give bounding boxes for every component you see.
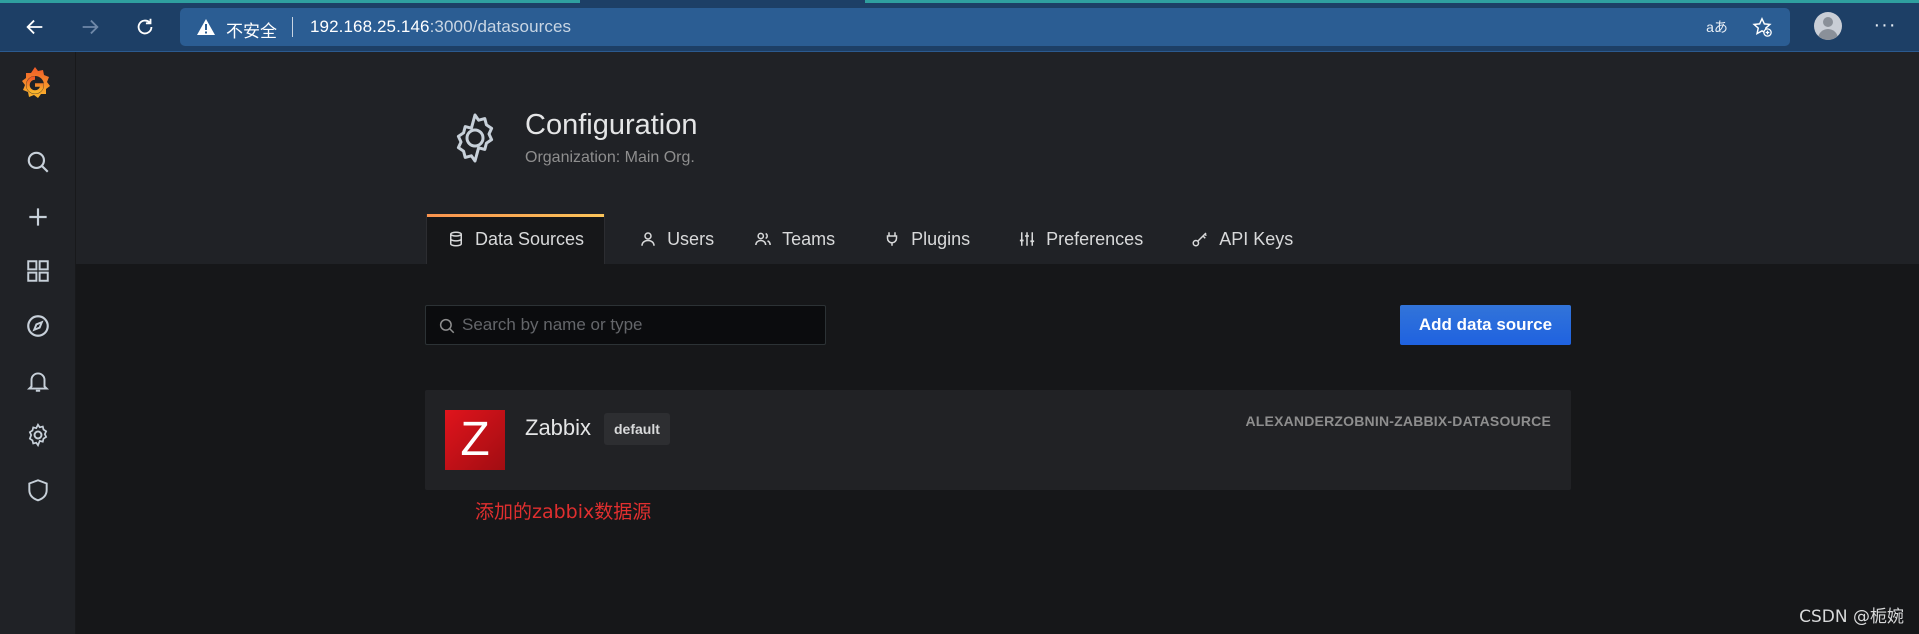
zabbix-logo-icon: Z — [445, 410, 505, 470]
search-icon — [27, 151, 49, 173]
search-input[interactable] — [462, 306, 817, 344]
url-path: :3000/datasources — [429, 17, 572, 36]
plus-icon — [29, 208, 47, 226]
datasource-type: ALEXANDERZOBNIN-ZABBIX-DATASOURCE — [1245, 413, 1551, 429]
url-text[interactable]: 192.168.25.146:3000/datasources — [310, 17, 571, 37]
config-tabs: Data Sources Users Teams Plugins Prefere… — [426, 214, 1313, 264]
server-admin-shield-icon — [28, 479, 48, 502]
grafana-sidebar — [0, 52, 76, 634]
address-separator — [292, 17, 293, 37]
sidebar-item-server-admin[interactable] — [22, 474, 54, 506]
sidebar-item-explore[interactable] — [22, 310, 54, 342]
more-options-icon[interactable]: ··· — [1870, 12, 1900, 42]
favorite-star-icon[interactable] — [1750, 16, 1774, 38]
refresh-icon — [137, 18, 153, 35]
profile-avatar[interactable] — [1814, 12, 1842, 40]
datasource-name: Zabbix — [525, 415, 592, 440]
users-icon — [755, 232, 771, 246]
datasource-card[interactable]: Z Zabbix default ALEXANDERZOBNIN-ZABBIX-… — [425, 390, 1571, 490]
browser-tab-strip — [0, 0, 1919, 3]
read-aloud-icon[interactable]: aあ — [1705, 16, 1729, 38]
sidebar-item-create[interactable] — [22, 201, 54, 233]
alerting-bell-icon — [26, 372, 50, 392]
insecure-label[interactable]: 不安全 — [226, 17, 277, 42]
browser-toolbar: 不安全 192.168.25.146:3000/datasources aあ ·… — [0, 0, 1919, 52]
explore-compass-icon — [27, 315, 49, 337]
address-bar[interactable]: 不安全 192.168.25.146:3000/datasources aあ — [180, 8, 1790, 46]
tab-preferences[interactable]: Preferences — [998, 214, 1163, 264]
page-title: Configuration — [525, 109, 698, 141]
tab-api-keys[interactable]: API Keys — [1171, 214, 1313, 264]
arrow-left-icon — [26, 19, 43, 35]
tab-users[interactable]: Users — [619, 214, 734, 264]
key-icon — [1192, 232, 1208, 247]
back-button[interactable] — [20, 12, 50, 42]
avatar-head — [1823, 17, 1833, 27]
sidebar-item-alerting[interactable] — [22, 365, 54, 397]
warning-icon — [197, 19, 215, 35]
tab-label: Teams — [782, 228, 836, 249]
sidebar-item-search[interactable] — [22, 146, 54, 178]
arrow-right-icon — [82, 19, 99, 35]
tab-strip-segment — [865, 0, 1919, 3]
user-icon — [641, 232, 655, 246]
plug-icon — [886, 232, 898, 246]
dashboards-grid-icon — [27, 260, 49, 282]
watermark: CSDN @栀婉 — [1799, 607, 1904, 627]
tab-teams[interactable]: Teams — [734, 214, 855, 264]
zabbix-logo-letter: Z — [460, 413, 490, 466]
annotation-text: 添加的zabbix数据源 — [475, 501, 652, 523]
tab-label: Data Sources — [475, 228, 585, 249]
tab-data-sources[interactable]: Data Sources — [426, 214, 606, 264]
tab-label: Preferences — [1046, 228, 1144, 249]
avatar-body — [1818, 29, 1838, 40]
star-plus-icon — [1752, 17, 1772, 37]
tab-plugins[interactable]: Plugins — [863, 214, 990, 264]
sidebar-item-configuration[interactable] — [22, 419, 54, 451]
sliders-icon — [1020, 232, 1035, 246]
url-host: 192.168.25.146 — [310, 17, 430, 36]
add-data-source-button[interactable]: Add data source — [1400, 305, 1571, 345]
tab-label: API Keys — [1219, 228, 1294, 249]
tab-label: Plugins — [911, 228, 971, 249]
search-icon — [439, 318, 455, 334]
forward-button[interactable] — [75, 12, 105, 42]
refresh-button[interactable] — [130, 12, 160, 42]
sidebar-item-dashboards[interactable] — [22, 255, 54, 287]
tab-strip-segment — [0, 0, 580, 3]
read-aloud-label: aあ — [1706, 19, 1728, 35]
grafana-logo-icon[interactable] — [14, 64, 56, 106]
default-badge: default — [604, 413, 670, 445]
tab-label: Users — [667, 228, 715, 249]
configuration-gear-icon — [456, 113, 494, 163]
configuration-gear-icon — [28, 422, 48, 448]
search-field[interactable] — [425, 305, 826, 345]
database-icon — [450, 231, 462, 247]
page-subtitle: Organization: Main Org. — [525, 149, 695, 166]
